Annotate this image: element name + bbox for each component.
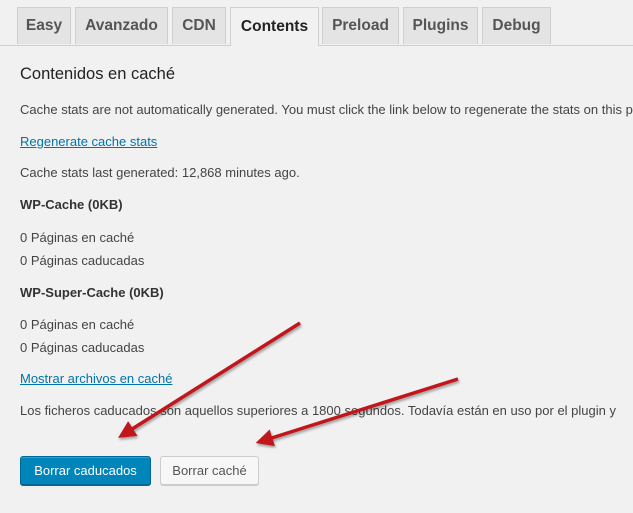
tab-cdn[interactable]: CDN bbox=[172, 7, 226, 44]
tab-contents[interactable]: Contents bbox=[230, 7, 319, 46]
wp-super-cache-cached-count: 0 Páginas en caché bbox=[20, 317, 135, 332]
delete-cache-button[interactable]: Borrar caché bbox=[160, 456, 259, 485]
wp-super-cache-expired-count: 0 Páginas caducadas bbox=[20, 340, 145, 355]
tab-avanzado[interactable]: Avanzado bbox=[75, 7, 168, 44]
expired-files-note: Los ficheros caducados son aquellos supe… bbox=[20, 403, 616, 418]
wp-super-cache-heading: WP-Super-Cache (0KB) bbox=[20, 285, 164, 300]
intro-text: Cache stats are not automatically genera… bbox=[20, 102, 633, 117]
show-cached-files-link[interactable]: Mostrar archivos en caché bbox=[20, 371, 172, 386]
wp-cache-heading: WP-Cache (0KB) bbox=[20, 197, 123, 212]
tab-preload[interactable]: Preload bbox=[322, 7, 399, 44]
tab-easy[interactable]: Easy bbox=[17, 7, 71, 44]
wp-cache-cached-count: 0 Páginas en caché bbox=[20, 230, 135, 245]
last-generated-text: Cache stats last generated: 12,868 minut… bbox=[20, 165, 300, 180]
delete-expired-button[interactable]: Borrar caducados bbox=[20, 456, 151, 485]
settings-tabs: Easy Avanzado CDN Contents Preload Plugi… bbox=[0, 0, 633, 46]
tab-plugins[interactable]: Plugins bbox=[403, 7, 478, 44]
section-title: Contenidos en caché bbox=[20, 65, 176, 83]
tab-debug[interactable]: Debug bbox=[482, 7, 551, 44]
regenerate-stats-link[interactable]: Regenerate cache stats bbox=[20, 134, 157, 149]
wp-cache-expired-count: 0 Páginas caducadas bbox=[20, 253, 145, 268]
